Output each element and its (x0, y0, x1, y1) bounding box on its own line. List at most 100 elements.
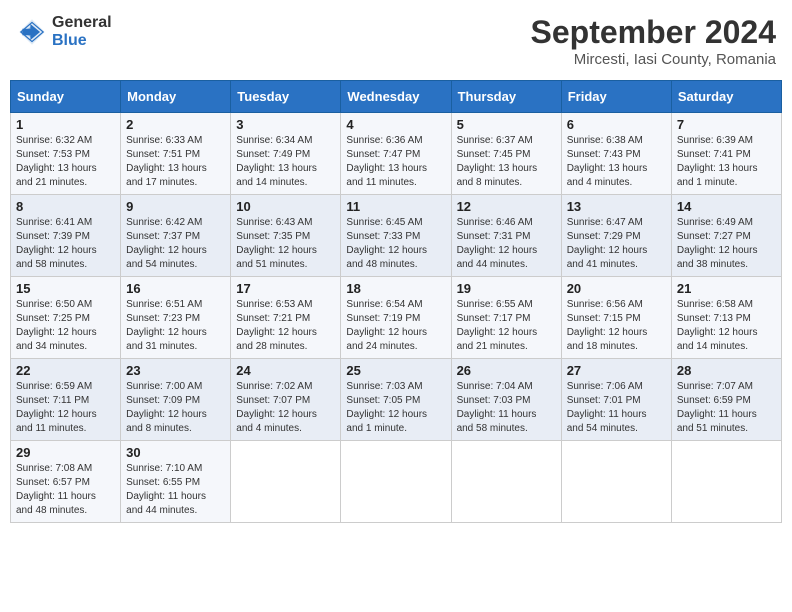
location-title: Mircesti, Iasi County, Romania (531, 51, 776, 68)
calendar-cell: 23 Sunrise: 7:00 AM Sunset: 7:09 PM Dayl… (121, 359, 231, 441)
day-info: Sunrise: 6:38 AM Sunset: 7:43 PM Dayligh… (567, 134, 666, 190)
day-info: Sunrise: 6:32 AM Sunset: 7:53 PM Dayligh… (16, 134, 115, 190)
day-info: Sunrise: 7:03 AM Sunset: 7:05 PM Dayligh… (346, 380, 445, 436)
day-header-monday: Monday (121, 81, 231, 113)
day-number: 21 (677, 281, 776, 296)
calendar-cell: 17 Sunrise: 6:53 AM Sunset: 7:21 PM Dayl… (231, 277, 341, 359)
day-number: 6 (567, 117, 666, 132)
day-info: Sunrise: 6:39 AM Sunset: 7:41 PM Dayligh… (677, 134, 776, 190)
day-info: Sunrise: 6:33 AM Sunset: 7:51 PM Dayligh… (126, 134, 225, 190)
day-info: Sunrise: 6:51 AM Sunset: 7:23 PM Dayligh… (126, 298, 225, 354)
calendar-cell: 10 Sunrise: 6:43 AM Sunset: 7:35 PM Dayl… (231, 195, 341, 277)
calendar-cell: 7 Sunrise: 6:39 AM Sunset: 7:41 PM Dayli… (671, 113, 781, 195)
calendar-cell: 1 Sunrise: 6:32 AM Sunset: 7:53 PM Dayli… (11, 113, 121, 195)
day-number: 2 (126, 117, 225, 132)
day-number: 20 (567, 281, 666, 296)
day-number: 18 (346, 281, 445, 296)
logo: General Blue (16, 14, 112, 49)
day-number: 3 (236, 117, 335, 132)
day-number: 13 (567, 199, 666, 214)
day-info: Sunrise: 6:56 AM Sunset: 7:15 PM Dayligh… (567, 298, 666, 354)
day-number: 22 (16, 363, 115, 378)
day-number: 17 (236, 281, 335, 296)
week-row-5: 29 Sunrise: 7:08 AM Sunset: 6:57 PM Dayl… (11, 441, 782, 523)
day-number: 19 (457, 281, 556, 296)
day-number: 15 (16, 281, 115, 296)
day-info: Sunrise: 6:41 AM Sunset: 7:39 PM Dayligh… (16, 216, 115, 272)
calendar-cell: 6 Sunrise: 6:38 AM Sunset: 7:43 PM Dayli… (561, 113, 671, 195)
day-number: 27 (567, 363, 666, 378)
calendar-cell: 24 Sunrise: 7:02 AM Sunset: 7:07 PM Dayl… (231, 359, 341, 441)
week-row-3: 15 Sunrise: 6:50 AM Sunset: 7:25 PM Dayl… (11, 277, 782, 359)
day-header-wednesday: Wednesday (341, 81, 451, 113)
calendar-cell (341, 441, 451, 523)
day-number: 12 (457, 199, 556, 214)
day-header-sunday: Sunday (11, 81, 121, 113)
header-row: SundayMondayTuesdayWednesdayThursdayFrid… (11, 81, 782, 113)
day-number: 25 (346, 363, 445, 378)
calendar-cell: 18 Sunrise: 6:54 AM Sunset: 7:19 PM Dayl… (341, 277, 451, 359)
calendar-cell: 13 Sunrise: 6:47 AM Sunset: 7:29 PM Dayl… (561, 195, 671, 277)
day-info: Sunrise: 7:04 AM Sunset: 7:03 PM Dayligh… (457, 380, 556, 436)
day-info: Sunrise: 6:37 AM Sunset: 7:45 PM Dayligh… (457, 134, 556, 190)
page-header: General Blue September 2024 Mircesti, Ia… (10, 10, 782, 72)
day-info: Sunrise: 6:53 AM Sunset: 7:21 PM Dayligh… (236, 298, 335, 354)
week-row-1: 1 Sunrise: 6:32 AM Sunset: 7:53 PM Dayli… (11, 113, 782, 195)
day-info: Sunrise: 7:10 AM Sunset: 6:55 PM Dayligh… (126, 462, 225, 518)
day-info: Sunrise: 7:07 AM Sunset: 6:59 PM Dayligh… (677, 380, 776, 436)
calendar-cell: 9 Sunrise: 6:42 AM Sunset: 7:37 PM Dayli… (121, 195, 231, 277)
logo-general: General (52, 14, 112, 31)
logo-blue: Blue (52, 32, 87, 49)
day-number: 4 (346, 117, 445, 132)
calendar-cell: 11 Sunrise: 6:45 AM Sunset: 7:33 PM Dayl… (341, 195, 451, 277)
day-number: 26 (457, 363, 556, 378)
day-number: 24 (236, 363, 335, 378)
day-info: Sunrise: 7:00 AM Sunset: 7:09 PM Dayligh… (126, 380, 225, 436)
day-number: 1 (16, 117, 115, 132)
day-header-saturday: Saturday (671, 81, 781, 113)
calendar-cell: 19 Sunrise: 6:55 AM Sunset: 7:17 PM Dayl… (451, 277, 561, 359)
calendar-cell: 30 Sunrise: 7:10 AM Sunset: 6:55 PM Dayl… (121, 441, 231, 523)
day-number: 8 (16, 199, 115, 214)
day-info: Sunrise: 6:50 AM Sunset: 7:25 PM Dayligh… (16, 298, 115, 354)
day-number: 30 (126, 445, 225, 460)
day-info: Sunrise: 7:08 AM Sunset: 6:57 PM Dayligh… (16, 462, 115, 518)
calendar-cell: 8 Sunrise: 6:41 AM Sunset: 7:39 PM Dayli… (11, 195, 121, 277)
calendar-cell: 16 Sunrise: 6:51 AM Sunset: 7:23 PM Dayl… (121, 277, 231, 359)
calendar-cell: 20 Sunrise: 6:56 AM Sunset: 7:15 PM Dayl… (561, 277, 671, 359)
calendar-cell: 5 Sunrise: 6:37 AM Sunset: 7:45 PM Dayli… (451, 113, 561, 195)
calendar-cell (451, 441, 561, 523)
day-info: Sunrise: 6:36 AM Sunset: 7:47 PM Dayligh… (346, 134, 445, 190)
calendar-cell: 21 Sunrise: 6:58 AM Sunset: 7:13 PM Dayl… (671, 277, 781, 359)
day-info: Sunrise: 6:42 AM Sunset: 7:37 PM Dayligh… (126, 216, 225, 272)
calendar-cell (671, 441, 781, 523)
month-title: September 2024 (531, 14, 776, 51)
calendar-cell: 4 Sunrise: 6:36 AM Sunset: 7:47 PM Dayli… (341, 113, 451, 195)
calendar-cell: 25 Sunrise: 7:03 AM Sunset: 7:05 PM Dayl… (341, 359, 451, 441)
day-info: Sunrise: 6:54 AM Sunset: 7:19 PM Dayligh… (346, 298, 445, 354)
day-info: Sunrise: 6:46 AM Sunset: 7:31 PM Dayligh… (457, 216, 556, 272)
day-info: Sunrise: 6:49 AM Sunset: 7:27 PM Dayligh… (677, 216, 776, 272)
week-row-4: 22 Sunrise: 6:59 AM Sunset: 7:11 PM Dayl… (11, 359, 782, 441)
calendar-table: SundayMondayTuesdayWednesdayThursdayFrid… (10, 80, 782, 523)
calendar-cell: 29 Sunrise: 7:08 AM Sunset: 6:57 PM Dayl… (11, 441, 121, 523)
day-number: 28 (677, 363, 776, 378)
day-number: 7 (677, 117, 776, 132)
week-row-2: 8 Sunrise: 6:41 AM Sunset: 7:39 PM Dayli… (11, 195, 782, 277)
day-number: 23 (126, 363, 225, 378)
day-info: Sunrise: 6:45 AM Sunset: 7:33 PM Dayligh… (346, 216, 445, 272)
day-number: 14 (677, 199, 776, 214)
day-info: Sunrise: 6:47 AM Sunset: 7:29 PM Dayligh… (567, 216, 666, 272)
day-info: Sunrise: 6:59 AM Sunset: 7:11 PM Dayligh… (16, 380, 115, 436)
calendar-cell: 28 Sunrise: 7:07 AM Sunset: 6:59 PM Dayl… (671, 359, 781, 441)
day-info: Sunrise: 6:55 AM Sunset: 7:17 PM Dayligh… (457, 298, 556, 354)
calendar-cell: 2 Sunrise: 6:33 AM Sunset: 7:51 PM Dayli… (121, 113, 231, 195)
day-number: 16 (126, 281, 225, 296)
calendar-cell: 12 Sunrise: 6:46 AM Sunset: 7:31 PM Dayl… (451, 195, 561, 277)
day-info: Sunrise: 6:34 AM Sunset: 7:49 PM Dayligh… (236, 134, 335, 190)
day-info: Sunrise: 7:02 AM Sunset: 7:07 PM Dayligh… (236, 380, 335, 436)
day-info: Sunrise: 6:58 AM Sunset: 7:13 PM Dayligh… (677, 298, 776, 354)
calendar-cell (231, 441, 341, 523)
calendar-cell (561, 441, 671, 523)
day-info: Sunrise: 7:06 AM Sunset: 7:01 PM Dayligh… (567, 380, 666, 436)
